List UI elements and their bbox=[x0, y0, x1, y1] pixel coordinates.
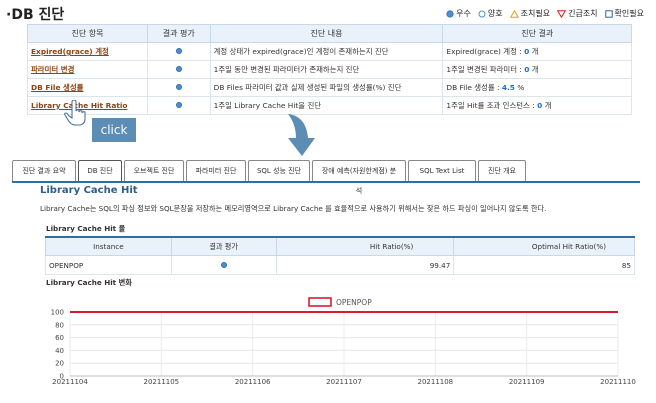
legend-label: 긴급조치 bbox=[568, 9, 598, 18]
x-tick-label: 20211106 bbox=[235, 378, 271, 386]
optimal-ratio-cell: 85 bbox=[453, 255, 635, 275]
column-header: Instance bbox=[45, 236, 172, 256]
instance-cell: OPENPOP bbox=[45, 255, 172, 275]
excellent-status-icon bbox=[175, 48, 182, 54]
hit-ratio-table: Instance 결과 평가 Hit Ratio(%) Optimal Hit … bbox=[45, 236, 635, 275]
excellent-status-icon bbox=[175, 84, 182, 90]
diagnosis-content: 1주일 Library Cache Hit을 진단 bbox=[209, 96, 444, 115]
table-row: 파라미터 변경 1주일 동안 변경된 파라미터가 존재하는지 진단 1주일 변경… bbox=[27, 60, 632, 79]
curved-arrow-icon bbox=[288, 114, 315, 156]
diagnosis-result: DB File 생성률 : 4.5 % bbox=[442, 78, 632, 97]
tab-failure-prediction[interactable]: 장애 예측(자원한계점) 분석 bbox=[312, 160, 406, 195]
y-tick-label: 100 bbox=[51, 309, 64, 317]
column-header: Optimal Hit Ratio(%) bbox=[453, 236, 635, 256]
diagnosis-table: 진단 항목 결과 평가 진단 내용 진단 결과 Expired(grace) 계… bbox=[27, 24, 632, 115]
hollow-square-icon bbox=[604, 9, 613, 18]
x-tick-label: 20211107 bbox=[326, 378, 362, 386]
hollow-triangle-icon bbox=[509, 9, 519, 18]
diagnosis-result: 1주일 변경된 파라미터 : 0 개 bbox=[442, 60, 632, 79]
tab-divider bbox=[12, 181, 640, 183]
column-header: 진단 내용 bbox=[209, 24, 444, 43]
y-tick-label: 20 bbox=[55, 360, 64, 368]
legend-item: 우수 bbox=[446, 8, 471, 19]
diagnosis-content: 계정 상태가 expired(grace)인 계정이 존재하는지 진단 bbox=[209, 42, 444, 61]
diagnosis-item-link[interactable]: 파라미터 변경 bbox=[31, 65, 74, 74]
legend-label: 확인필요 bbox=[614, 9, 644, 18]
click-hint-label: click bbox=[92, 118, 136, 142]
legend-label: 양호 bbox=[487, 9, 503, 18]
y-tick-label: 60 bbox=[55, 334, 64, 342]
legend-item: 조치필요 bbox=[509, 8, 551, 19]
filled-circle-icon bbox=[446, 9, 454, 18]
table-row: DB File 생성률 DB Files 파라미터 값과 실제 생성된 파일의 … bbox=[27, 78, 632, 97]
table-row: OPENPOP 99.47 85 bbox=[45, 255, 635, 275]
table-row: Expired(grace) 계정 계정 상태가 expired(grace)인… bbox=[27, 42, 632, 61]
tab-sql-performance[interactable]: SQL 성능 진단 bbox=[248, 160, 310, 181]
tab-bar: 진단 결과 요약 DB 진단 오브젝트 진단 파라미터 진단 SQL 성능 진단… bbox=[12, 160, 526, 195]
diagnosis-content: DB Files 파라미터 값과 실제 생성된 파일의 생성률(%) 진단 bbox=[209, 78, 444, 97]
y-tick-label: 40 bbox=[55, 347, 64, 355]
tab-sql-text-list[interactable]: SQL Text List bbox=[408, 160, 476, 181]
tab-parameter-diagnosis[interactable]: 파라미터 진단 bbox=[186, 160, 246, 181]
y-tick-label: 80 bbox=[55, 321, 64, 329]
tab-summary[interactable]: 진단 결과 요약 bbox=[12, 160, 76, 181]
hit-ratio-subtitle: Library Cache Hit 율 bbox=[46, 224, 126, 233]
excellent-status-icon bbox=[175, 102, 182, 108]
diagnosis-result: Expired(grace) 계정 : 0 개 bbox=[442, 42, 632, 61]
diagnosis-result: 1주일 Hit률 조과 인스턴스 : 0 개 bbox=[442, 96, 632, 115]
hit-trend-chart: OPENPOP10080604020020211104 20211105 20211… bbox=[51, 297, 636, 386]
hit-ratio-cell: 99.47 bbox=[275, 255, 455, 275]
excellent-status-icon bbox=[175, 66, 182, 72]
column-header: 결과 평가 bbox=[170, 236, 277, 256]
section-title: Library Cache Hit bbox=[40, 185, 138, 196]
legend-item: 긴급조치 bbox=[557, 8, 598, 19]
tab-overview[interactable]: 진단 개요 bbox=[478, 160, 526, 181]
legend-item: 확인필요 bbox=[604, 8, 644, 19]
tab-object-diagnosis[interactable]: 오브젝트 진단 bbox=[124, 160, 184, 181]
table-header-row: Instance 결과 평가 Hit Ratio(%) Optimal Hit … bbox=[45, 236, 635, 256]
diagnosis-item-link[interactable]: DB File 생성률 bbox=[31, 83, 83, 92]
hollow-inverted-triangle-icon bbox=[557, 9, 567, 18]
legend-label: OPENPOP bbox=[336, 298, 372, 307]
diagnosis-item-link[interactable]: Expired(grace) 계정 bbox=[31, 47, 109, 56]
excellent-status-icon bbox=[220, 261, 227, 268]
column-header: 진단 결과 bbox=[442, 24, 632, 43]
column-header: 결과 평가 bbox=[146, 24, 211, 43]
x-tick-label: 20211105 bbox=[144, 378, 180, 386]
x-tick-label: 20211104 bbox=[52, 378, 88, 386]
hollow-circle-icon bbox=[478, 10, 486, 17]
x-tick-label: 20211108 bbox=[418, 378, 454, 386]
table-header-row: 진단 항목 결과 평가 진단 내용 진단 결과 bbox=[27, 24, 632, 43]
column-header: 진단 항목 bbox=[27, 24, 148, 43]
tab-db-diagnosis[interactable]: DB 진단 bbox=[78, 160, 122, 181]
legend-swatch bbox=[308, 297, 332, 307]
legend-label: 우수 bbox=[456, 9, 471, 18]
x-tick-label: 20211110 bbox=[600, 378, 636, 386]
legend-item: 양호 bbox=[478, 8, 503, 19]
status-legend: 우수 양호 조치필요 긴급조치 확인필요 bbox=[446, 8, 644, 19]
column-header: Hit Ratio(%) bbox=[275, 236, 455, 256]
trend-subtitle: Library Cache Hit 변화 bbox=[46, 278, 132, 287]
legend-label: 조치필요 bbox=[520, 9, 551, 18]
diagnosis-content: 1주일 동안 변경된 파라미터가 존재하는지 진단 bbox=[209, 60, 444, 79]
hand-cursor-icon bbox=[64, 100, 86, 126]
table-row: Library Cache Hit Ratio 1주일 Library Cach… bbox=[27, 96, 632, 115]
section-description: Library Cache는 SQL의 파싱 정보와 SQL문장을 저장하는 메… bbox=[40, 204, 547, 213]
page-title: ·DB 진단 bbox=[6, 7, 65, 23]
x-tick-label: 20211109 bbox=[509, 378, 545, 386]
